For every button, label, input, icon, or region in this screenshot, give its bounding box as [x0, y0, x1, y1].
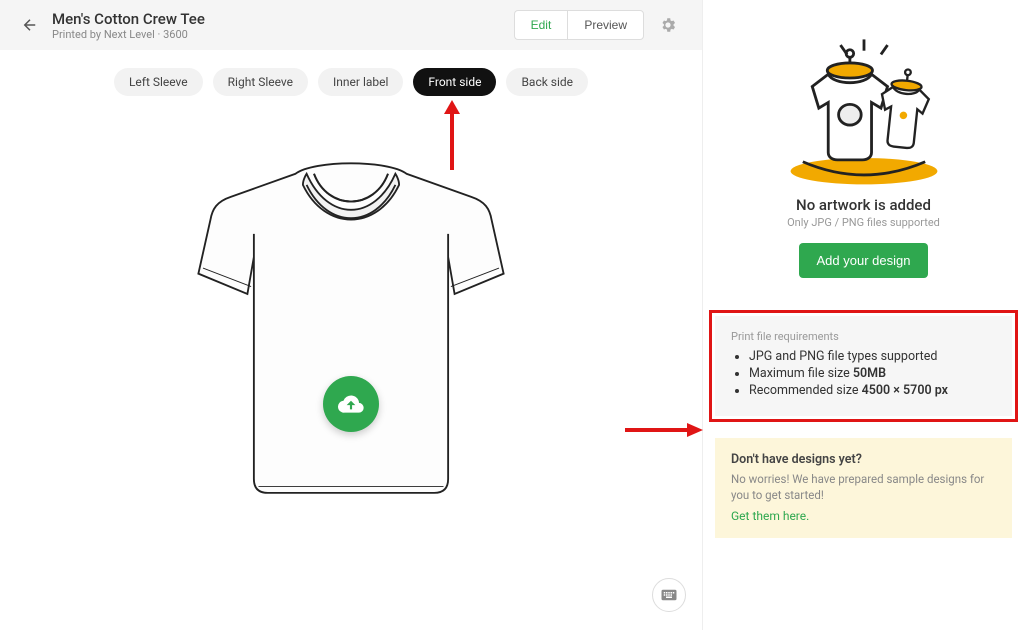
preview-button[interactable]: Preview: [567, 10, 644, 40]
design-canvas: [0, 96, 702, 616]
no-artwork-subtitle: Only JPG / PNG files supported: [715, 216, 1012, 229]
tab-right-sleeve[interactable]: Right Sleeve: [213, 68, 308, 96]
sample-text: No worries! We have prepared sample desi…: [731, 471, 996, 503]
requirement-item: Recommended size 4500 × 5700 px: [749, 383, 996, 398]
keyboard-icon: [660, 586, 678, 604]
upload-design-button[interactable]: [323, 376, 379, 432]
sample-title: Don't have designs yet?: [731, 452, 996, 467]
side-panel: No artwork is added Only JPG / PNG files…: [703, 0, 1024, 630]
keyboard-shortcuts-button[interactable]: [652, 578, 686, 612]
print-requirements-box: Print file requirements JPG and PNG file…: [715, 316, 1012, 416]
sample-designs-box: Don't have designs yet? No worries! We h…: [715, 438, 1012, 538]
header-actions: Edit Preview: [514, 10, 686, 40]
tab-front-side[interactable]: Front side: [413, 68, 496, 96]
edit-preview-toggle: Edit Preview: [514, 10, 644, 40]
add-design-button[interactable]: Add your design: [799, 243, 929, 278]
requirements-list: JPG and PNG file types supported Maximum…: [731, 349, 996, 398]
editor-pane: Men's Cotton Crew Tee Printed by Next Le…: [0, 0, 703, 630]
tshirt-mockup: [166, 146, 536, 516]
page-title: Men's Cotton Crew Tee: [52, 10, 514, 28]
requirement-item: JPG and PNG file types supported: [749, 349, 996, 364]
tab-left-sleeve[interactable]: Left Sleeve: [114, 68, 203, 96]
arrow-left-icon: [21, 16, 39, 34]
page-subtitle: Printed by Next Level · 3600: [52, 28, 514, 41]
settings-button[interactable]: [650, 16, 686, 34]
title-block: Men's Cotton Crew Tee Printed by Next Le…: [52, 10, 514, 41]
tab-inner-label[interactable]: Inner label: [318, 68, 403, 96]
header-bar: Men's Cotton Crew Tee Printed by Next Le…: [0, 0, 702, 50]
cloud-upload-icon: [338, 391, 364, 417]
sample-link[interactable]: Get them here.: [731, 509, 809, 523]
print-area-tabs: Left Sleeve Right Sleeve Inner label Fro…: [0, 68, 702, 96]
tab-back-side[interactable]: Back side: [506, 68, 588, 96]
no-artwork-title: No artwork is added: [715, 196, 1012, 214]
empty-artwork-illustration: [715, 30, 1012, 190]
edit-button[interactable]: Edit: [514, 10, 568, 40]
requirements-title: Print file requirements: [731, 330, 996, 343]
gear-icon: [659, 16, 677, 34]
requirement-item: Maximum file size 50MB: [749, 366, 996, 381]
back-button[interactable]: [16, 11, 44, 39]
